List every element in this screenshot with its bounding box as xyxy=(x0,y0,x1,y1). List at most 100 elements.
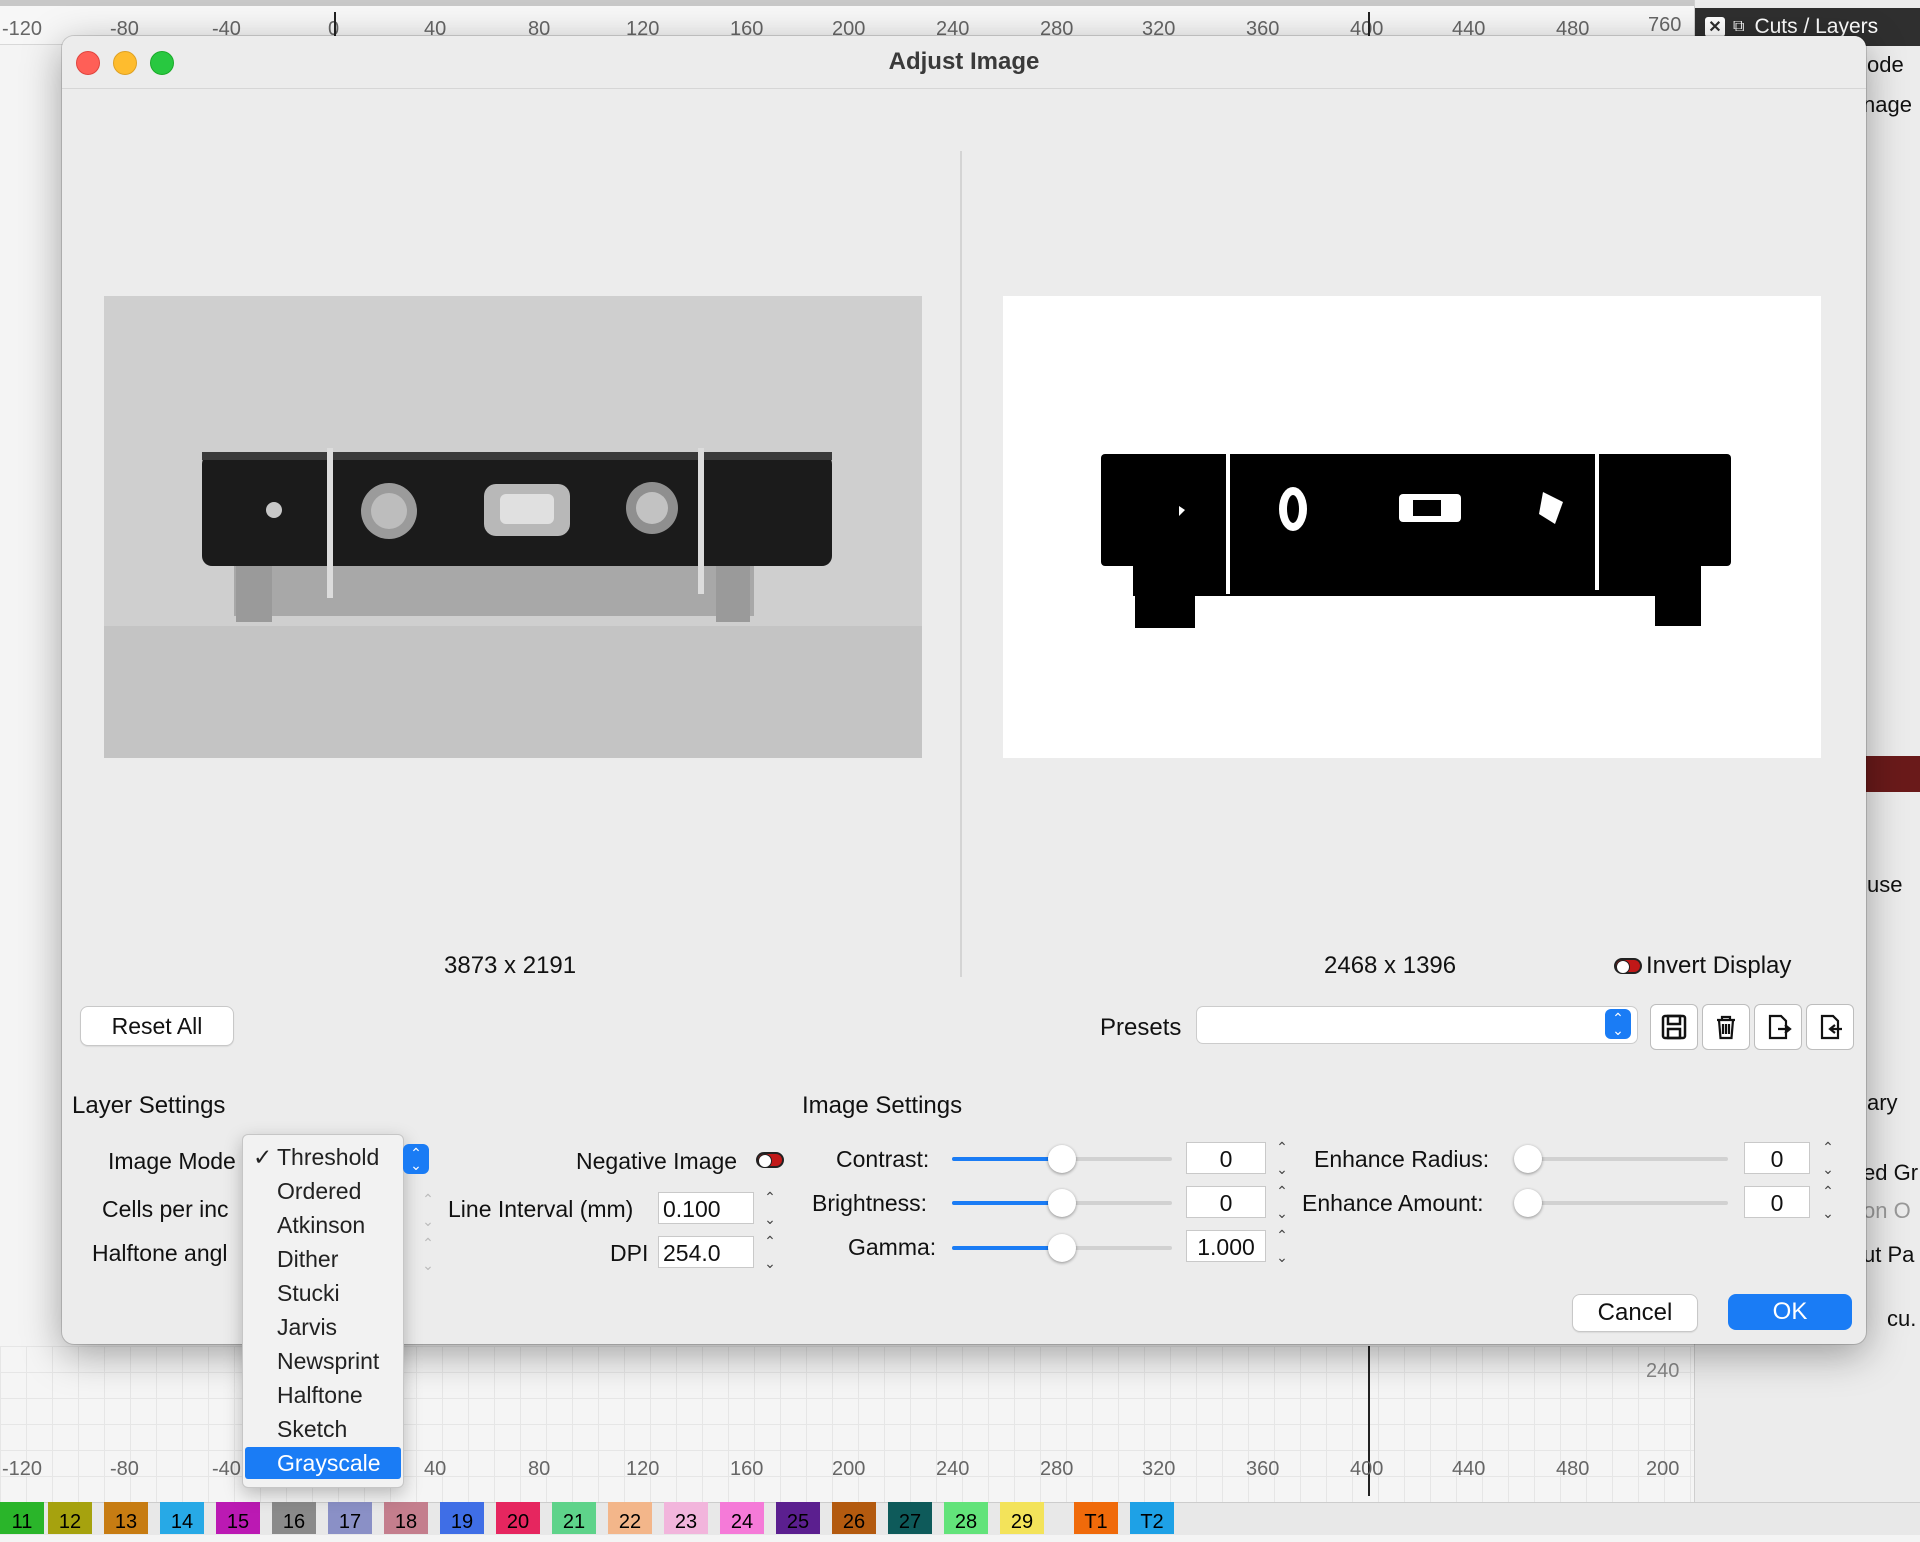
enhance-radius-slider[interactable] xyxy=(1514,1145,1728,1173)
line-interval-stepper[interactable]: ⌃ ⌄ xyxy=(760,1190,780,1226)
save-preset-button[interactable] xyxy=(1650,1004,1698,1050)
processed-image-preview xyxy=(1003,296,1821,758)
import-preset-button[interactable] xyxy=(1754,1004,1802,1050)
ruler-label: 440 xyxy=(1452,1458,1486,1480)
contrast-stepper[interactable]: ⌃ ⌄ xyxy=(1272,1140,1292,1176)
color-swatch-25[interactable]: 25 xyxy=(776,1502,820,1534)
slider-knob[interactable] xyxy=(1514,1189,1542,1217)
panel-text[interactable]: cu. xyxy=(1887,1306,1916,1332)
color-swatch-12[interactable]: 12 xyxy=(48,1502,92,1534)
color-swatch-13[interactable]: 13 xyxy=(104,1502,148,1534)
dpi-label: DPI xyxy=(610,1240,649,1266)
color-swatch-21[interactable]: 21 xyxy=(552,1502,596,1534)
menu-item-dither[interactable]: Dither xyxy=(245,1243,401,1275)
color-swatch-27[interactable]: 27 xyxy=(888,1502,932,1534)
color-swatch-t1[interactable]: T1 xyxy=(1074,1502,1118,1534)
menu-item-label: Sketch xyxy=(277,1416,348,1442)
presets-label: Presets xyxy=(1100,1014,1182,1041)
color-swatch-24[interactable]: 24 xyxy=(720,1502,764,1534)
original-image-preview xyxy=(104,296,922,758)
ruler-label: 120 xyxy=(626,1458,660,1480)
level-tool-photo xyxy=(104,296,922,758)
menu-item-halftone[interactable]: Halftone xyxy=(245,1379,401,1411)
dpi-input[interactable]: 254.0 xyxy=(658,1236,754,1268)
invert-display-toggle[interactable] xyxy=(1614,958,1642,974)
menu-item-sketch[interactable]: Sketch xyxy=(245,1413,401,1445)
ruler-label: 280 xyxy=(1040,1458,1074,1480)
color-swatch-28[interactable]: 28 xyxy=(944,1502,988,1534)
close-icon[interactable]: ✕ xyxy=(1705,17,1725,37)
menu-item-jarvis[interactable]: Jarvis xyxy=(245,1311,401,1343)
ruler-label: 240 xyxy=(936,1458,970,1480)
reset-all-button[interactable]: Reset All xyxy=(80,1006,234,1046)
enhance-amount-label: Enhance Amount: xyxy=(1302,1190,1484,1216)
line-interval-label: Line Interval (mm) xyxy=(448,1196,634,1222)
ruler-label: 360 xyxy=(1246,1458,1280,1480)
menu-item-label: Stucki xyxy=(277,1280,340,1306)
menu-item-label: Grayscale xyxy=(277,1450,381,1476)
panel-text: ed Gr xyxy=(1863,1160,1919,1185)
color-swatch-15[interactable]: 15 xyxy=(216,1502,260,1534)
negative-image-toggle[interactable] xyxy=(756,1152,784,1168)
color-swatch-16[interactable]: 16 xyxy=(272,1502,316,1534)
brightness-stepper[interactable]: ⌃ ⌄ xyxy=(1272,1184,1292,1220)
delete-preset-button[interactable] xyxy=(1702,1004,1750,1050)
contrast-slider[interactable] xyxy=(952,1145,1172,1173)
color-swatch-22[interactable]: 22 xyxy=(608,1502,652,1534)
menu-item-grayscale[interactable]: Grayscale xyxy=(245,1447,401,1479)
gamma-stepper[interactable]: ⌃ ⌄ xyxy=(1272,1228,1292,1264)
enhance-radius-input[interactable]: 0 xyxy=(1744,1142,1810,1174)
enhance-amount-slider[interactable] xyxy=(1514,1189,1728,1217)
menu-item-ordered[interactable]: Ordered xyxy=(245,1175,401,1207)
gamma-slider[interactable] xyxy=(952,1234,1172,1262)
color-swatch-20[interactable]: 20 xyxy=(496,1502,540,1534)
cells-per-inch-label: Cells per inc xyxy=(102,1196,229,1222)
image-mode-chevron-icon[interactable]: ⌃ ⌄ xyxy=(403,1144,429,1174)
color-swatch-14[interactable]: 14 xyxy=(160,1502,204,1534)
color-swatch-29[interactable]: 29 xyxy=(1000,1502,1044,1534)
color-swatch-17[interactable]: 17 xyxy=(328,1502,372,1534)
slider-knob[interactable] xyxy=(1048,1145,1076,1173)
color-swatch-23[interactable]: 23 xyxy=(664,1502,708,1534)
color-swatch-26[interactable]: 26 xyxy=(832,1502,876,1534)
halftone-angle-stepper[interactable]: ⌃ ⌄ xyxy=(418,1236,438,1272)
dpi-stepper[interactable]: ⌃ ⌄ xyxy=(760,1234,780,1270)
menu-item-threshold[interactable]: ✓ Threshold xyxy=(245,1141,401,1173)
color-swatch-18[interactable]: 18 xyxy=(384,1502,428,1534)
contrast-input[interactable]: 0 xyxy=(1186,1142,1266,1174)
menu-item-stucki[interactable]: Stucki xyxy=(245,1277,401,1309)
menu-item-label: Dither xyxy=(277,1246,339,1272)
enhance-radius-stepper[interactable]: ⌃ ⌄ xyxy=(1818,1140,1838,1176)
cells-per-inch-stepper[interactable]: ⌃ ⌄ xyxy=(418,1192,438,1228)
line-interval-input[interactable]: 0.100 xyxy=(658,1192,754,1224)
slider-knob[interactable] xyxy=(1514,1145,1542,1173)
brightness-input[interactable]: 0 xyxy=(1186,1186,1266,1218)
menu-item-newsprint[interactable]: Newsprint xyxy=(245,1345,401,1377)
menu-item-atkinson[interactable]: Atkinson xyxy=(245,1209,401,1241)
negative-image-label: Negative Image xyxy=(576,1148,738,1174)
slider-knob[interactable] xyxy=(1048,1189,1076,1217)
window-icon[interactable]: ⧉ xyxy=(1733,18,1744,36)
gamma-input[interactable]: 1.000 xyxy=(1186,1230,1266,1262)
enhance-amount-stepper[interactable]: ⌃ ⌄ xyxy=(1818,1184,1838,1220)
ruler-label: 40 xyxy=(424,1458,447,1480)
selected-layer-row[interactable] xyxy=(1866,756,1920,792)
brightness-label: Brightness: xyxy=(812,1190,928,1216)
layer-settings-heading: Layer Settings xyxy=(72,1092,226,1119)
export-preset-button[interactable] xyxy=(1806,1004,1854,1050)
cancel-button[interactable]: Cancel xyxy=(1572,1294,1698,1332)
color-swatch-t2[interactable]: T2 xyxy=(1130,1502,1174,1534)
slider-knob[interactable] xyxy=(1048,1234,1076,1262)
ruler-label: 760 xyxy=(1648,14,1682,36)
panel-text: ode xyxy=(1867,52,1904,77)
enhance-amount-input[interactable]: 0 xyxy=(1744,1186,1810,1218)
presets-dropdown[interactable]: ⌃ ⌄ xyxy=(1196,1006,1638,1044)
color-swatch-19[interactable]: 19 xyxy=(440,1502,484,1534)
brightness-slider[interactable] xyxy=(952,1189,1172,1217)
export-icon xyxy=(1820,1014,1842,1040)
ok-button[interactable]: OK xyxy=(1728,1294,1852,1330)
menu-item-label: Jarvis xyxy=(277,1314,338,1340)
menu-item-label: Newsprint xyxy=(277,1348,380,1374)
trash-icon xyxy=(1717,1015,1735,1040)
color-swatch-11[interactable]: 11 xyxy=(0,1502,44,1534)
